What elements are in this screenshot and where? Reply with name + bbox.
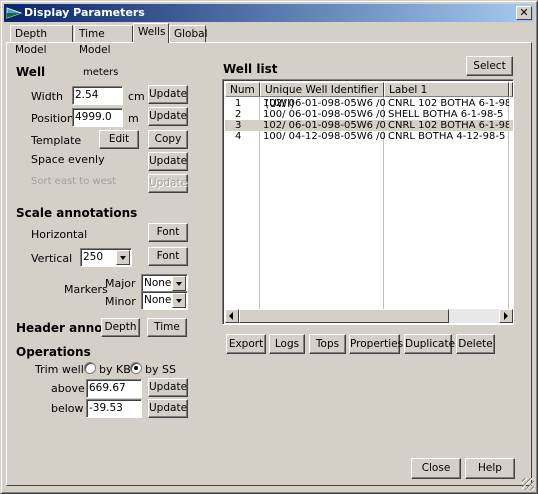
table-row[interactable]: 1 102/ 06-01-098-05W6 /00 CNRL 102 BOTHA…	[225, 98, 513, 109]
table-row-selected[interactable]: 3 102/ 06-01-098-05W6 /00 CNRL 102 BOTHA…	[225, 120, 513, 131]
template-edit-button[interactable]: Edit	[99, 130, 139, 149]
tab-global[interactable]: Global	[169, 25, 208, 42]
vertical-label: Vertical	[31, 252, 73, 265]
chevron-down-icon[interactable]	[116, 250, 130, 265]
position-update-button[interactable]: Update	[148, 107, 188, 126]
row-num: 2	[235, 109, 242, 120]
row-num: 4	[235, 131, 242, 142]
below-label: below	[51, 402, 84, 415]
trim-well-label: Trim well	[35, 363, 84, 376]
resize-grip-icon[interactable]	[522, 478, 534, 490]
sort-update-button[interactable]: Update	[148, 174, 188, 193]
horizontal-label: Horizontal	[31, 228, 88, 241]
row-label: CNRL 102 BOTHA 6-1-98-5	[388, 120, 509, 131]
width-input[interactable]: 2.54	[72, 86, 123, 105]
row-num: 1	[235, 98, 242, 109]
scale-annotations-heading: Scale annotations	[16, 206, 138, 220]
chevron-down-icon[interactable]	[172, 276, 186, 291]
well-list-heading: Well list	[223, 62, 278, 76]
operations-heading: Operations	[16, 345, 91, 359]
minor-markers-select[interactable]: None	[141, 291, 188, 310]
export-button[interactable]: Export	[226, 334, 266, 354]
template-copy-button[interactable]: Copy	[148, 130, 188, 149]
logs-button[interactable]: Logs	[269, 334, 305, 354]
duplicate-button[interactable]: Duplicate	[404, 334, 455, 354]
column-header-label[interactable]: Label 1	[384, 82, 509, 97]
close-button[interactable]: Close	[411, 458, 461, 479]
scrollbar-thumb[interactable]	[239, 309, 449, 323]
column-header-uwi[interactable]: Unique Well Identifier (UWI)	[260, 82, 384, 110]
row-num: 3	[235, 120, 242, 131]
space-evenly-label: Space evenly	[31, 153, 105, 166]
row-uwi: 100/ 04-12-098-05W6 /00	[263, 131, 385, 142]
vertical-scale-select[interactable]: 250	[80, 248, 132, 267]
sort-east-to-west-label: Sort east to west	[31, 176, 116, 187]
header-depth-button[interactable]: Depth	[101, 318, 140, 337]
window-title: Display Parameters	[24, 6, 145, 19]
minor-markers-value: None	[144, 294, 172, 306]
table-row[interactable]: 4 100/ 04-12-098-05W6 /00 CNRL BOTHA 4-1…	[225, 131, 513, 142]
tab-wells[interactable]: Wells	[133, 23, 169, 43]
horizontal-font-button[interactable]: Font	[148, 223, 188, 242]
markers-label: Markers	[64, 283, 108, 296]
row-uwi: 100/ 06-01-098-05W6 /00	[263, 109, 385, 120]
width-update-button[interactable]: Update	[148, 85, 188, 104]
position-label: Position	[31, 112, 74, 125]
row-uwi: 102/ 06-01-098-05W6 /00	[263, 98, 385, 109]
close-icon[interactable]: ✕	[516, 6, 532, 20]
by-kb-label: by KB	[99, 363, 131, 376]
by-ss-label: by SS	[145, 363, 176, 376]
row-label: CNRL 102 BOTHA 6-1-98-5	[388, 98, 509, 109]
tab-depth-model[interactable]: Depth Model	[10, 25, 73, 56]
trim-above-update-button[interactable]: Update	[148, 378, 188, 397]
trim-below-update-button[interactable]: Update	[148, 399, 188, 418]
tops-button[interactable]: Tops	[309, 334, 346, 354]
scroll-right-icon[interactable]	[499, 309, 513, 323]
minor-label: Minor	[105, 295, 136, 308]
help-button[interactable]: Help	[465, 458, 515, 479]
by-kb-radio[interactable]	[84, 362, 96, 374]
app-icon	[6, 7, 22, 19]
header-anno-heading: Header anno.	[16, 321, 108, 335]
select-all-button[interactable]: Select all	[466, 56, 513, 90]
column-header-num[interactable]: Num	[225, 82, 260, 97]
display-parameters-window: Display Parameters ✕ Depth Model Time Mo…	[0, 0, 538, 494]
properties-button[interactable]: Properties	[349, 334, 403, 354]
scroll-left-icon[interactable]	[225, 309, 239, 323]
delete-button[interactable]: Delete	[456, 334, 495, 354]
major-markers-value: None	[144, 277, 172, 289]
well-units: meters	[83, 67, 119, 78]
width-unit: cm	[128, 90, 145, 103]
row-uwi: 102/ 06-01-098-05W6 /00	[263, 120, 385, 131]
tab-time-model[interactable]: Time Model	[74, 25, 133, 56]
title-bar[interactable]: Display Parameters ✕	[4, 4, 534, 22]
major-label: Major	[105, 277, 136, 290]
vertical-scale-value: 250	[83, 251, 104, 263]
header-time-button[interactable]: Time	[147, 318, 187, 337]
well-heading: Well	[16, 65, 46, 79]
table-row[interactable]: 2 100/ 06-01-098-05W6 /00 SHELL BOTHA 6-…	[225, 109, 513, 120]
well-list-table[interactable]: Num Unique Well Identifier (UWI) Label 1…	[222, 79, 514, 325]
chevron-down-icon[interactable]	[172, 293, 186, 308]
template-label: Template	[31, 134, 82, 147]
position-unit: m	[128, 112, 139, 125]
horizontal-scrollbar[interactable]	[225, 309, 513, 323]
space-evenly-update-button[interactable]: Update	[148, 152, 188, 171]
width-label: Width	[31, 90, 63, 103]
trim-below-input[interactable]: -39.53	[86, 399, 142, 418]
vertical-font-button[interactable]: Font	[148, 247, 188, 266]
above-label: above	[51, 382, 85, 395]
position-input[interactable]: 4999.0	[72, 108, 123, 127]
by-ss-radio[interactable]	[130, 362, 142, 374]
trim-above-input[interactable]: 669.67	[86, 379, 142, 398]
row-label: SHELL BOTHA 6-1-98-5	[388, 109, 504, 120]
row-label: CNRL BOTHA 4-12-98-5	[388, 131, 506, 142]
column-header-filler	[509, 82, 513, 97]
